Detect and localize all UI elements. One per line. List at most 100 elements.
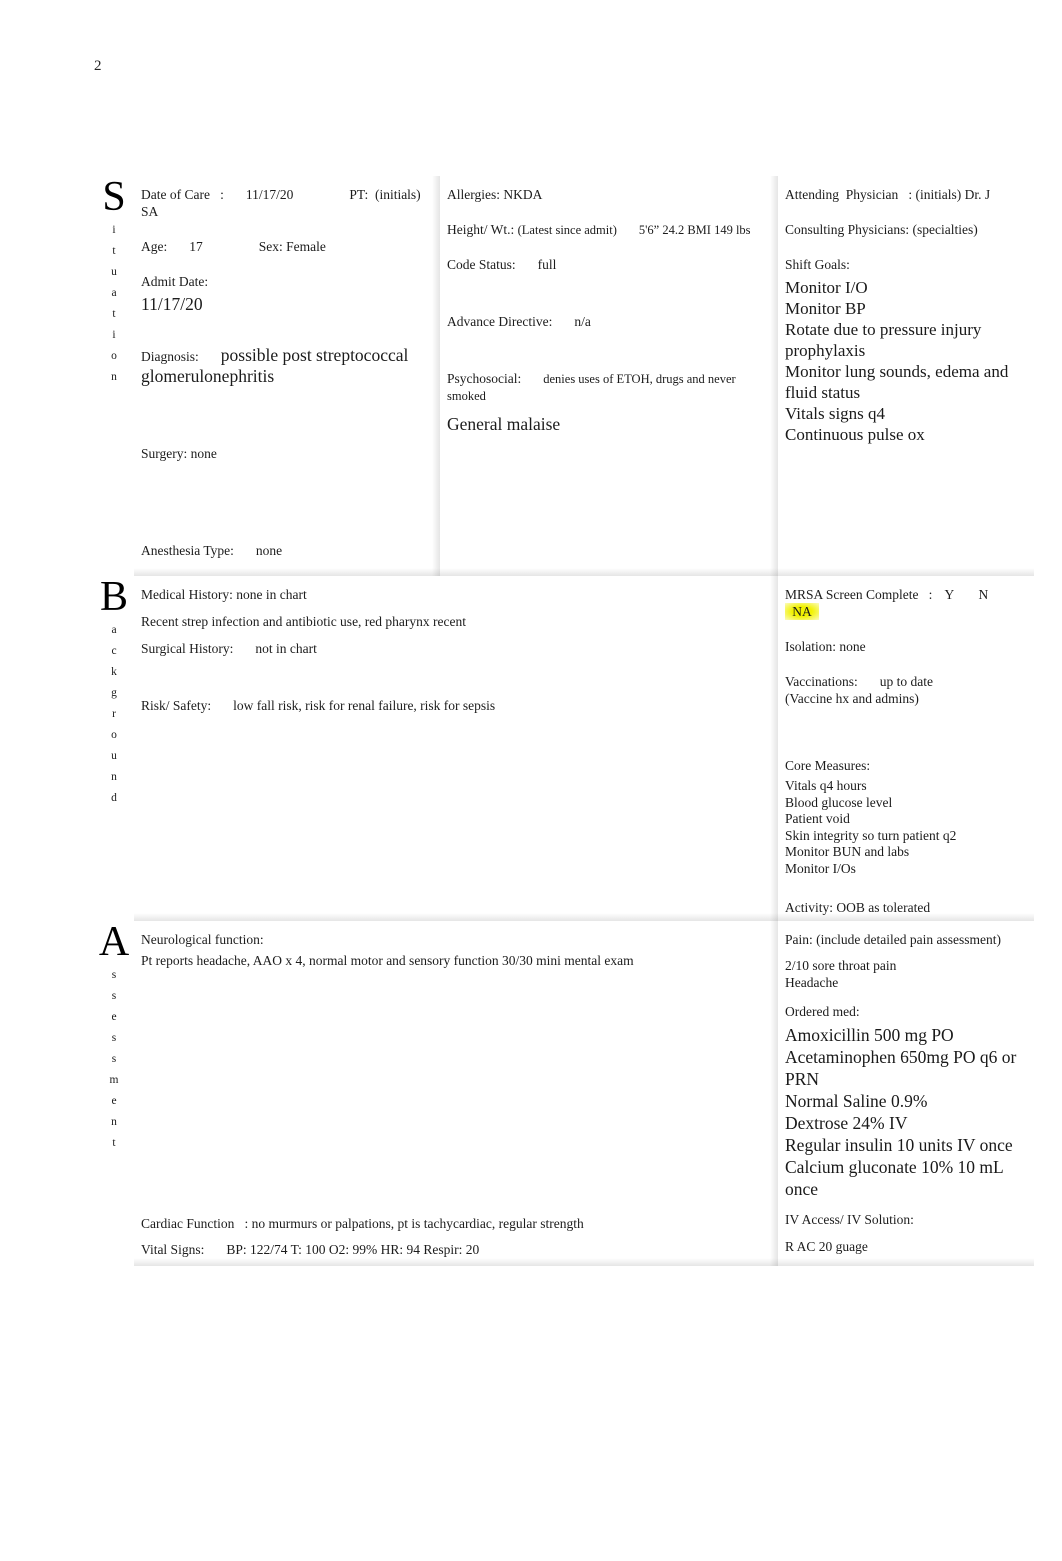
general-malaise-note[interactable]: General malaise xyxy=(447,414,771,435)
pt-initials-label: PT: (initials) xyxy=(349,187,421,202)
stacked-letter: n xyxy=(111,1116,117,1128)
stacked-letter: e xyxy=(111,1095,117,1107)
core-measure-item: Monitor I/Os xyxy=(785,860,856,876)
medical-history-value[interactable]: none in chart xyxy=(236,587,306,602)
pain-label: Pain: (include detailed pain assessment) xyxy=(785,932,1001,947)
attending-physician-value[interactable]: Dr. J xyxy=(965,187,991,202)
date-of-care-label: Date of Care : xyxy=(141,187,224,202)
allergies-field: Allergies: NKDA xyxy=(447,186,771,203)
vaccinations-label: Vaccinations: xyxy=(785,674,858,689)
ordered-med-label: Ordered med: xyxy=(785,1004,860,1019)
isolation-value[interactable]: none xyxy=(839,639,865,654)
mrsa-option-y[interactable]: Y xyxy=(932,586,966,603)
psychosocial-field: Psychosocial: denies uses of ETOH, drugs … xyxy=(447,370,771,404)
situation-stacked-letters: i t u a t i o n xyxy=(94,220,134,388)
advance-directive-label: Advance Directive: xyxy=(447,314,553,329)
vital-signs-label: Vital Signs: xyxy=(141,1242,205,1257)
admit-date-value-line[interactable]: 11/17/20 xyxy=(141,294,433,315)
neurological-function-value[interactable]: Pt reports headache, AAO x 4, normal mot… xyxy=(141,952,771,969)
stacked-letter: s xyxy=(111,969,117,981)
stacked-letter: s xyxy=(111,1053,117,1065)
age-sex-field: Age: 17 Sex: Female xyxy=(141,238,433,255)
activity-field: Activity: OOB as tolerated xyxy=(785,899,1027,916)
surgery-field: Surgery: none xyxy=(141,445,433,462)
shift-goal-item: Continuous pulse ox xyxy=(785,425,925,444)
ordered-med-item: Dextrose 24% IV xyxy=(785,1113,908,1133)
situation-physicians-cell: Attending Physician : (initials) Dr. J C… xyxy=(778,176,1034,576)
stacked-letter: s xyxy=(111,1032,117,1044)
stacked-letter: m xyxy=(109,1074,119,1086)
vaccinations-field: Vaccinations: up to date (Vaccine hx and a… xyxy=(785,673,1027,707)
stacked-letter: n xyxy=(111,771,117,783)
vital-signs-field: Vital Signs: BP: 122/74 T: 100 O2: 99% HR… xyxy=(141,1237,771,1259)
attending-physician-field: Attending Physician : (initials) Dr. J xyxy=(785,186,1027,203)
isolation-label: Isolation: xyxy=(785,639,836,654)
shift-goal-item: Rotate due to pressure injury prophylaxi… xyxy=(785,320,982,360)
background-big-letter: B xyxy=(99,574,128,620)
stacked-letter: g xyxy=(111,687,117,699)
stacked-letter: u xyxy=(111,750,117,762)
sex-value[interactable]: Female xyxy=(286,239,326,254)
date-of-care-field: Date of Care : 11/17/20 PT: (initials) SA xyxy=(141,186,433,220)
situation-clinical-cell: Allergies: NKDA Height/ Wt.: (Latest sin… xyxy=(440,176,778,576)
shift-goals-label: Shift Goals: xyxy=(785,257,850,272)
shift-goal-item: Vitals signs q4 xyxy=(785,404,886,423)
assessment-big-letter: A xyxy=(98,919,130,965)
psychosocial-label: Psychosocial: xyxy=(447,371,522,386)
mrsa-option-na-selected[interactable]: NA xyxy=(785,603,819,620)
pain-item: 2/10 sore throat pain xyxy=(785,958,897,973)
iv-access-value[interactable]: R AC 20 guage xyxy=(785,1238,1027,1255)
age-value[interactable]: 17 xyxy=(189,239,203,254)
ordered-med-item: Acetaminophen 650mg PO q6 or PRN xyxy=(785,1047,1017,1089)
medical-history-note[interactable]: Recent strep infection and antibiotic us… xyxy=(141,613,771,630)
cardiac-vitals-cell: Cardiac Function : no murmurs or palpati… xyxy=(134,1201,778,1266)
anesthesia-type-value[interactable]: none xyxy=(256,543,282,558)
admit-date-label: Admit Date: xyxy=(141,274,209,289)
advance-directive-field: Advance Directive: n/a xyxy=(447,313,771,330)
core-measures-label: Core Measures: xyxy=(785,758,871,773)
code-status-label: Code Status: xyxy=(447,257,516,272)
diagnosis-label: Diagnosis: xyxy=(141,349,199,364)
background-letter-column: B a c k g r o u n d xyxy=(94,576,134,921)
vaccinations-hint: (Vaccine hx and admins) xyxy=(785,691,919,706)
surgical-history-field: Surgical History: not in chart xyxy=(141,640,771,657)
medical-history-label: Medical History: xyxy=(141,587,233,602)
allergies-value[interactable]: NKDA xyxy=(503,187,542,202)
vaccinations-value[interactable]: up to date xyxy=(880,674,933,689)
height-weight-field: Height/ Wt.: (Latest since admit) 5'6” 24… xyxy=(447,221,771,238)
core-measure-item: Vitals q4 hours xyxy=(785,778,867,793)
stacked-letter: t xyxy=(112,245,116,257)
situation-big-letter: S xyxy=(102,174,126,220)
code-status-value[interactable]: full xyxy=(538,257,557,272)
stacked-letter: u xyxy=(111,266,117,278)
pt-initials-value[interactable]: SA xyxy=(141,204,158,219)
situation-letter-column: S i t u a t i o n xyxy=(94,176,134,576)
stacked-letter: s xyxy=(111,990,117,1002)
background-screening-cell: MRSA Screen Complete : Y N NA Isolation: no… xyxy=(778,576,1034,921)
situation-row: S i t u a t i o n Date of Care : 11/17/20… xyxy=(94,176,1034,576)
code-status-field: Code Status: full xyxy=(447,256,771,273)
stacked-letter: t xyxy=(112,308,116,320)
cardiac-function-value[interactable]: no murmurs or palpations, pt is tachycar… xyxy=(252,1216,584,1231)
pain-item: Headache xyxy=(785,974,839,990)
vital-signs-value[interactable]: BP: 122/74 T: 100 O2: 99% HR: 94 Respir:… xyxy=(226,1242,479,1257)
sex-label: Sex: xyxy=(258,239,283,254)
assessment-pain-meds-cell: Pain: (include detailed pain assessment)… xyxy=(778,921,1034,1201)
surgical-history-value[interactable]: not in chart xyxy=(255,641,316,656)
medical-history-field: Medical History: none in chart xyxy=(141,586,771,603)
shift-goals-list: Monitor I/O Monitor BP Rotate due to pre… xyxy=(785,277,1027,445)
activity-value[interactable]: OOB as tolerated xyxy=(836,900,930,915)
date-of-care-value[interactable]: 11/17/20 xyxy=(246,187,294,202)
advance-directive-value[interactable]: n/a xyxy=(574,314,591,329)
ordered-med-item: Regular insulin 10 units IV once xyxy=(785,1135,1013,1155)
core-measure-item: Patient void xyxy=(785,811,850,826)
surgery-value[interactable]: none xyxy=(191,446,217,461)
stacked-letter: d xyxy=(111,792,117,804)
risk-safety-value[interactable]: low fall risk, risk for renal failure, r… xyxy=(233,698,495,713)
height-weight-value[interactable]: 5'6” 24.2 BMI 149 lbs xyxy=(639,223,751,237)
mrsa-option-n[interactable]: N xyxy=(966,586,1000,603)
cardiac-function-label: Cardiac Function : xyxy=(141,1216,249,1231)
stacked-letter: a xyxy=(111,624,117,636)
mrsa-screen-label: MRSA Screen Complete : xyxy=(785,587,933,602)
ordered-med-item: Amoxicillin 500 mg PO xyxy=(785,1025,954,1045)
